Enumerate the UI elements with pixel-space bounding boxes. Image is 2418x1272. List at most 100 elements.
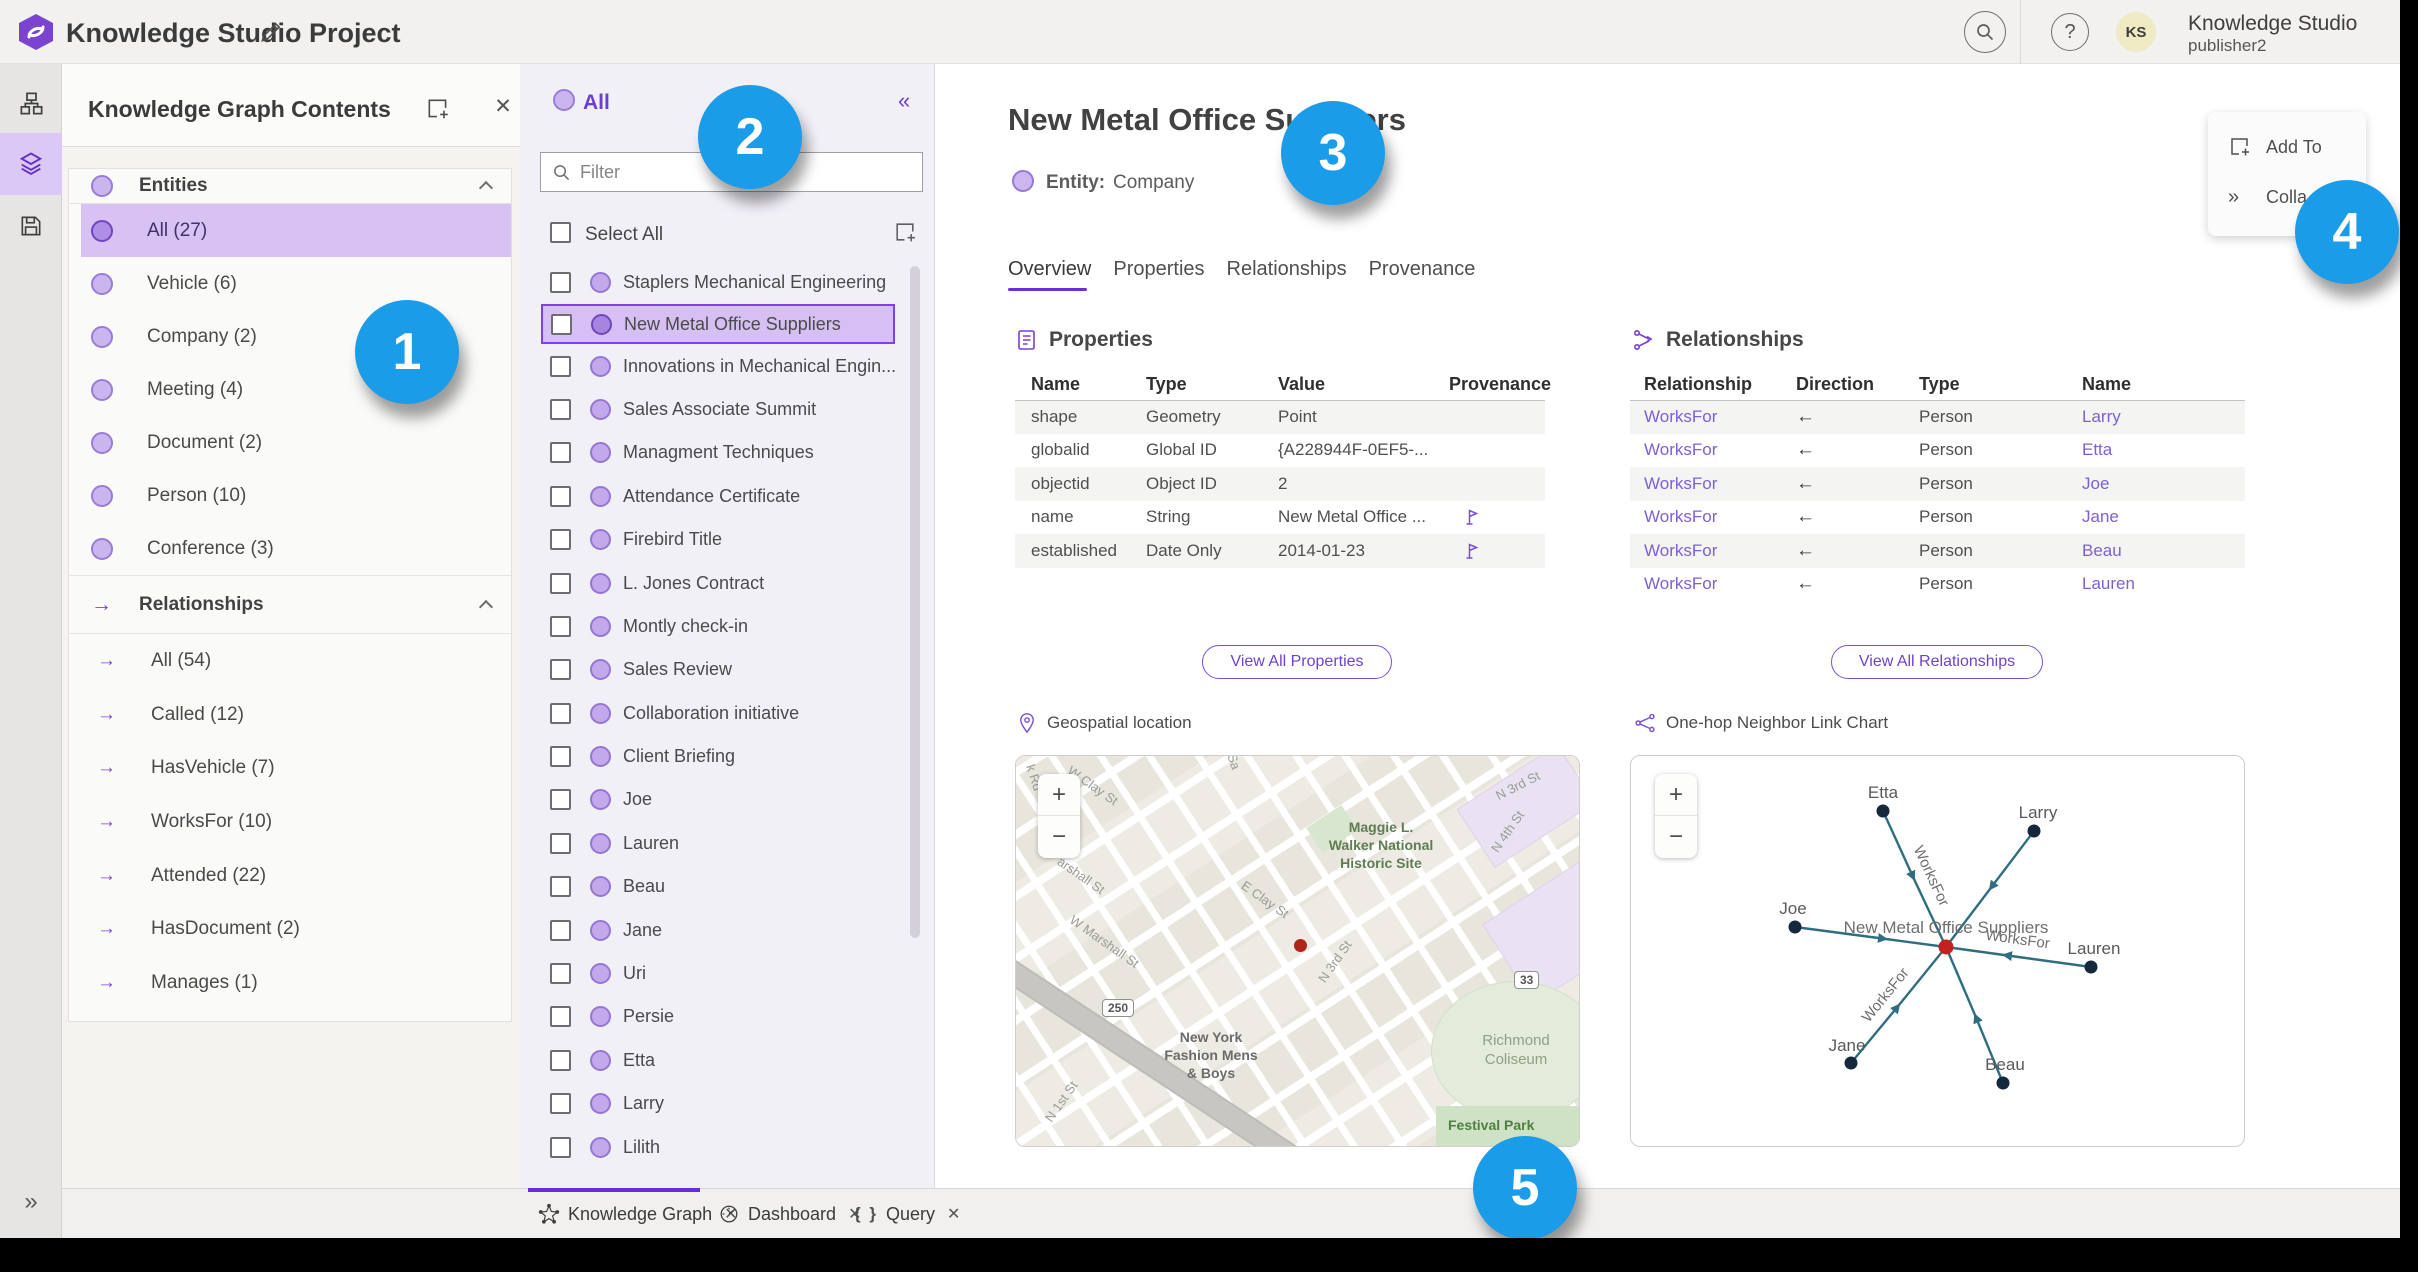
edit-title-icon[interactable] — [258, 19, 284, 45]
item-checkbox[interactable] — [550, 529, 571, 551]
list-item[interactable]: Managment Techniques — [520, 431, 935, 474]
item-checkbox[interactable] — [550, 1136, 571, 1158]
zoom-in-button[interactable]: + — [1655, 774, 1697, 816]
related-name-link[interactable]: Etta — [2082, 440, 2112, 459]
zoom-in-button[interactable]: + — [1038, 774, 1080, 816]
list-item[interactable]: Jane — [520, 908, 935, 951]
item-checkbox[interactable] — [550, 659, 571, 681]
list-item[interactable]: L. Jones Contract — [520, 561, 935, 604]
zoom-out-button[interactable]: − — [1655, 816, 1697, 858]
chevron-up-icon[interactable] — [478, 180, 494, 196]
entity-type-row[interactable]: Conference (3) — [69, 522, 511, 575]
list-item[interactable]: Lilith — [520, 1125, 935, 1168]
item-checkbox[interactable] — [550, 615, 571, 637]
one-hop-link-chart[interactable]: Etta Larry Joe Lauren Jane Beau New Meta… — [1630, 755, 2245, 1147]
rail-save-button[interactable] — [0, 195, 62, 257]
list-item[interactable]: Joe — [520, 778, 935, 821]
list-item[interactable]: Firebird Title — [520, 518, 935, 561]
list-item[interactable]: Beau — [520, 865, 935, 908]
item-checkbox[interactable] — [550, 789, 571, 811]
item-checkbox[interactable] — [550, 876, 571, 898]
relationship-type-row[interactable]: → Attended (22) — [69, 849, 511, 903]
item-checkbox[interactable] — [550, 1006, 571, 1028]
relationship-type-row[interactable]: → HasDocument (2) — [69, 902, 511, 956]
tab-properties[interactable]: Properties — [1113, 258, 1204, 291]
rail-data-model-button[interactable] — [0, 72, 62, 134]
tab-provenance[interactable]: Provenance — [1369, 258, 1476, 291]
item-checkbox[interactable] — [550, 272, 571, 294]
relationship-link[interactable]: WorksFor — [1644, 541, 1717, 560]
relationship-link[interactable]: WorksFor — [1644, 507, 1717, 526]
close-tab-icon[interactable]: ✕ — [947, 1204, 960, 1224]
item-checkbox[interactable] — [550, 1093, 571, 1115]
list-item[interactable]: Lauren — [520, 822, 935, 865]
provenance-flag-icon[interactable] — [1449, 541, 1545, 561]
relationship-link[interactable]: WorksFor — [1644, 407, 1717, 426]
item-checkbox[interactable] — [550, 572, 571, 594]
account-info[interactable]: Knowledge Studio publisher2 — [2188, 12, 2357, 56]
item-checkbox[interactable] — [550, 442, 571, 464]
tab-dashboard[interactable]: Dashboard ✕ — [718, 1189, 861, 1239]
entity-type-row[interactable]: Document (2) — [69, 416, 511, 469]
relationship-type-row[interactable]: → Called (12) — [69, 688, 511, 742]
tab-overview[interactable]: Overview — [1008, 258, 1091, 291]
item-checkbox[interactable] — [550, 919, 571, 941]
select-all-checkbox[interactable] — [550, 222, 571, 243]
rail-contents-button[interactable] — [0, 133, 62, 195]
list-item[interactable]: Larry — [520, 1082, 935, 1125]
kg-close-button[interactable]: ✕ — [490, 94, 516, 120]
list-item[interactable]: Collaboration initiative — [520, 692, 935, 735]
rail-expand-button[interactable]: » — [0, 1182, 62, 1222]
relationship-type-row[interactable]: → All (54) — [69, 634, 511, 688]
collapse-panel-icon[interactable]: « — [898, 88, 910, 114]
list-item[interactable]: Persie — [520, 995, 935, 1038]
related-name-link[interactable]: Larry — [2082, 407, 2121, 426]
relationship-link[interactable]: WorksFor — [1644, 474, 1717, 493]
zoom-out-button[interactable]: − — [1038, 816, 1080, 858]
list-item[interactable]: Attendance Certificate — [520, 475, 935, 518]
view-all-properties-button[interactable]: View All Properties — [1202, 645, 1392, 679]
menu-item-add-to[interactable]: Add To — [2208, 124, 2366, 170]
tab-relationships[interactable]: Relationships — [1227, 258, 1347, 291]
entity-type-row[interactable]: Person (10) — [69, 469, 511, 522]
list-item[interactable]: Staplers Mechanical Engineering — [520, 261, 935, 304]
relationships-section-header[interactable]: → Relationships — [69, 575, 511, 634]
relationship-link[interactable]: WorksFor — [1644, 440, 1717, 459]
app-logo-icon[interactable] — [17, 13, 55, 51]
item-checkbox[interactable] — [550, 1049, 571, 1071]
add-to-new-button[interactable] — [893, 220, 918, 245]
search-button[interactable] — [1964, 11, 2006, 53]
item-checkbox[interactable] — [550, 963, 571, 985]
list-item[interactable]: Innovations in Mechanical Engin... — [520, 344, 935, 387]
list-item[interactable]: Sales Associate Summit — [520, 388, 935, 431]
geospatial-map[interactable]: Richmond Coliseum Festival Park k Rd Sa … — [1015, 755, 1580, 1147]
list-scrollbar[interactable] — [910, 266, 920, 938]
link-chart-canvas[interactable]: Etta Larry Joe Lauren Jane Beau New Meta… — [1631, 756, 2245, 1147]
list-item[interactable]: New Metal Office Suppliers — [541, 304, 895, 345]
relationship-type-row[interactable]: → Manages (1) — [69, 956, 511, 1010]
relationship-link[interactable]: WorksFor — [1644, 574, 1717, 593]
related-name-link[interactable]: Jane — [2082, 507, 2119, 526]
item-checkbox[interactable] — [550, 355, 571, 377]
help-button[interactable]: ? — [2051, 13, 2089, 51]
list-item[interactable]: Client Briefing — [520, 735, 935, 778]
kg-add-to-new-button[interactable] — [425, 96, 451, 122]
tab-query[interactable]: { } Query ✕ — [854, 1189, 960, 1239]
user-avatar[interactable]: KS — [2116, 12, 2156, 52]
item-checkbox[interactable] — [550, 746, 571, 768]
list-item[interactable]: Etta — [520, 1039, 935, 1082]
item-checkbox[interactable] — [550, 702, 571, 724]
related-name-link[interactable]: Lauren — [2082, 574, 2135, 593]
list-item[interactable]: Sales Review — [520, 648, 935, 691]
chevron-up-icon[interactable] — [478, 599, 494, 615]
relationship-type-row[interactable]: → HasVehicle (7) — [69, 741, 511, 795]
list-item[interactable]: Uri — [520, 952, 935, 995]
list-item[interactable]: Montly check-in — [520, 605, 935, 648]
provenance-flag-icon[interactable] — [1449, 507, 1545, 527]
tab-knowledge-graph[interactable]: Knowledge Graph ✕ — [538, 1189, 738, 1239]
related-name-link[interactable]: Joe — [2082, 474, 2109, 493]
item-checkbox[interactable] — [550, 398, 571, 420]
item-checkbox[interactable] — [550, 485, 571, 507]
item-checkbox[interactable] — [551, 313, 572, 335]
view-all-relationships-button[interactable]: View All Relationships — [1831, 645, 2043, 679]
